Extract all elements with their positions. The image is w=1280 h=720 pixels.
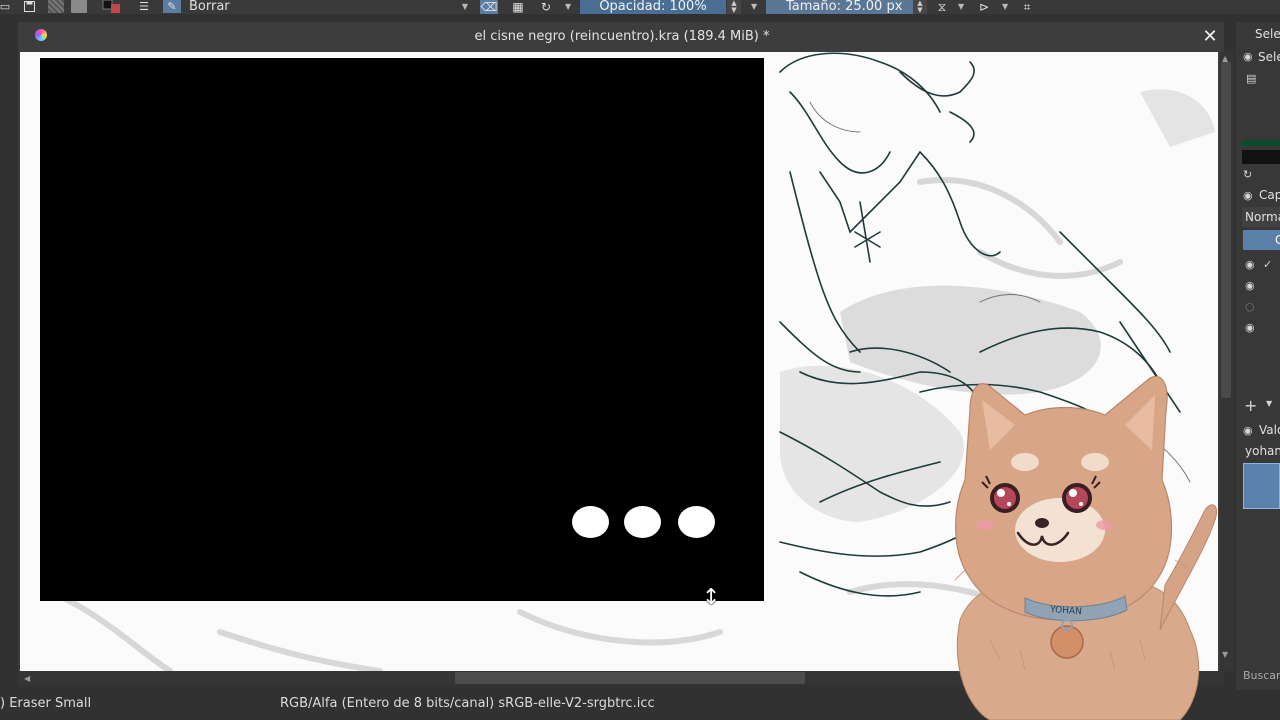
scroll-down-icon[interactable]: ▼ (1222, 650, 1228, 659)
brush-presets-header: Valo (1259, 423, 1280, 437)
scroll-up-icon[interactable]: ▲ (1222, 54, 1228, 63)
horizontal-scrollbar-thumb[interactable] (455, 672, 805, 684)
save-icon[interactable] (22, 0, 36, 13)
chevron-down-icon[interactable]: ▼ (1266, 399, 1272, 408)
size-spinner[interactable]: ▲ ▼ (913, 0, 927, 14)
vertical-scrollbar-thumb[interactable] (1221, 62, 1231, 398)
chevron-down-icon[interactable]: ▼ (751, 0, 757, 14)
blend-button-label: C (1275, 233, 1280, 247)
eye-icon[interactable]: ◉ (1245, 258, 1255, 271)
selection-docker-item: Sele (1258, 50, 1280, 64)
chevron-down-icon: ▼ (461, 2, 468, 11)
scroll-left-icon[interactable]: ◀ (24, 674, 30, 683)
tool-options-toolbar: ▭ ☰ ✎ Borrar ▼ ⌫ ▦ ↻ ▼ Opacidad: 100% ▲ ▼… (0, 0, 1280, 14)
black-overlay-panel (40, 58, 764, 601)
preserve-alpha-icon[interactable]: ▦ (509, 0, 527, 14)
eraser-mode-button[interactable]: ⌫ (480, 0, 498, 14)
document-title: el cisne negro (reincuentro).kra (189.4 … (474, 29, 770, 44)
chevron-down-icon[interactable]: ▼ (565, 0, 571, 14)
krita-window: ▭ ☰ ✎ Borrar ▼ ⌫ ▦ ↻ ▼ Opacidad: 100% ▲ ▼… (0, 0, 1280, 720)
color-history-bar[interactable] (1242, 150, 1280, 164)
eye-icon[interactable]: ◉ (1245, 321, 1255, 334)
brush-preset-label: Borrar (189, 0, 230, 14)
refresh-icon[interactable]: ↻ (1243, 168, 1252, 181)
status-brush-name: ) Eraser Small (0, 696, 92, 711)
search-label: Buscar (1243, 669, 1280, 682)
size-slider[interactable]: Tamaño: 25.00 px (766, 0, 913, 14)
right-dock-panel (1236, 22, 1280, 690)
chevron-down-icon[interactable]: ▼ (1002, 0, 1008, 14)
list-icon[interactable]: ▤ (1246, 72, 1256, 85)
lock-icon[interactable]: ◉ (1243, 189, 1253, 202)
selection-docker-header: Sele (1255, 27, 1280, 41)
eye-hidden-icon[interactable]: ○ (1245, 300, 1255, 313)
add-layer-icon[interactable]: + (1244, 396, 1257, 415)
brush-preset-dropdown[interactable]: Borrar ▼ (185, 0, 472, 14)
opacity-spinner[interactable]: ▲ ▼ (727, 0, 741, 14)
status-color-space: RGB/Alfa (Entero de 8 bits/canal) sRGB-e… (280, 696, 655, 711)
wrap-around-icon[interactable]: ⊳ (975, 0, 993, 14)
lock-icon[interactable]: ◉ (1243, 424, 1253, 437)
layer-active-row[interactable]: C (1243, 230, 1280, 250)
fg-bg-color-icon[interactable] (102, 0, 122, 13)
brush-preset-icon[interactable]: ✎ (163, 0, 181, 13)
brush-preset-thumbnail[interactable] (1243, 463, 1280, 509)
brush-settings-icon[interactable]: ☰ (137, 0, 151, 13)
checkbox-icon[interactable]: ✓ (1263, 258, 1272, 271)
crop-icon[interactable]: ⌗ (1018, 0, 1036, 14)
green-color-bar (1242, 140, 1280, 146)
loading-dot (572, 506, 609, 538)
eye-icon[interactable]: ◉ (1245, 279, 1255, 292)
blend-mode-label: Norma (1245, 210, 1280, 224)
resize-cursor-icon: ↕ (702, 585, 721, 610)
loading-dot (624, 506, 661, 538)
opacity-label: Opacidad: 100% (599, 0, 707, 14)
new-document-icon[interactable]: ▭ (0, 0, 10, 13)
cat-avatar-illustration: YOHAN (954, 375, 1218, 720)
chevron-down-icon[interactable]: ▼ (958, 0, 964, 14)
lock-icon[interactable]: ◉ (1243, 50, 1253, 63)
loading-dot (678, 506, 715, 538)
opacity-slider[interactable]: Opacidad: 100% (580, 0, 726, 14)
close-icon[interactable]: ✕ (1200, 27, 1220, 47)
gradient-swatch-icon[interactable] (71, 0, 87, 13)
layers-docker-header: Cap (1259, 188, 1280, 202)
size-label: Tamaño: 25.00 px (786, 0, 903, 14)
preset-tag-label: yohan (1245, 444, 1280, 458)
mirror-horizontal-icon[interactable]: ⧖ (933, 0, 951, 14)
pattern-swatch-icon[interactable] (48, 0, 64, 13)
reload-preset-icon[interactable]: ↻ (537, 0, 555, 14)
blend-mode-dropdown[interactable]: Norma (1242, 207, 1280, 227)
